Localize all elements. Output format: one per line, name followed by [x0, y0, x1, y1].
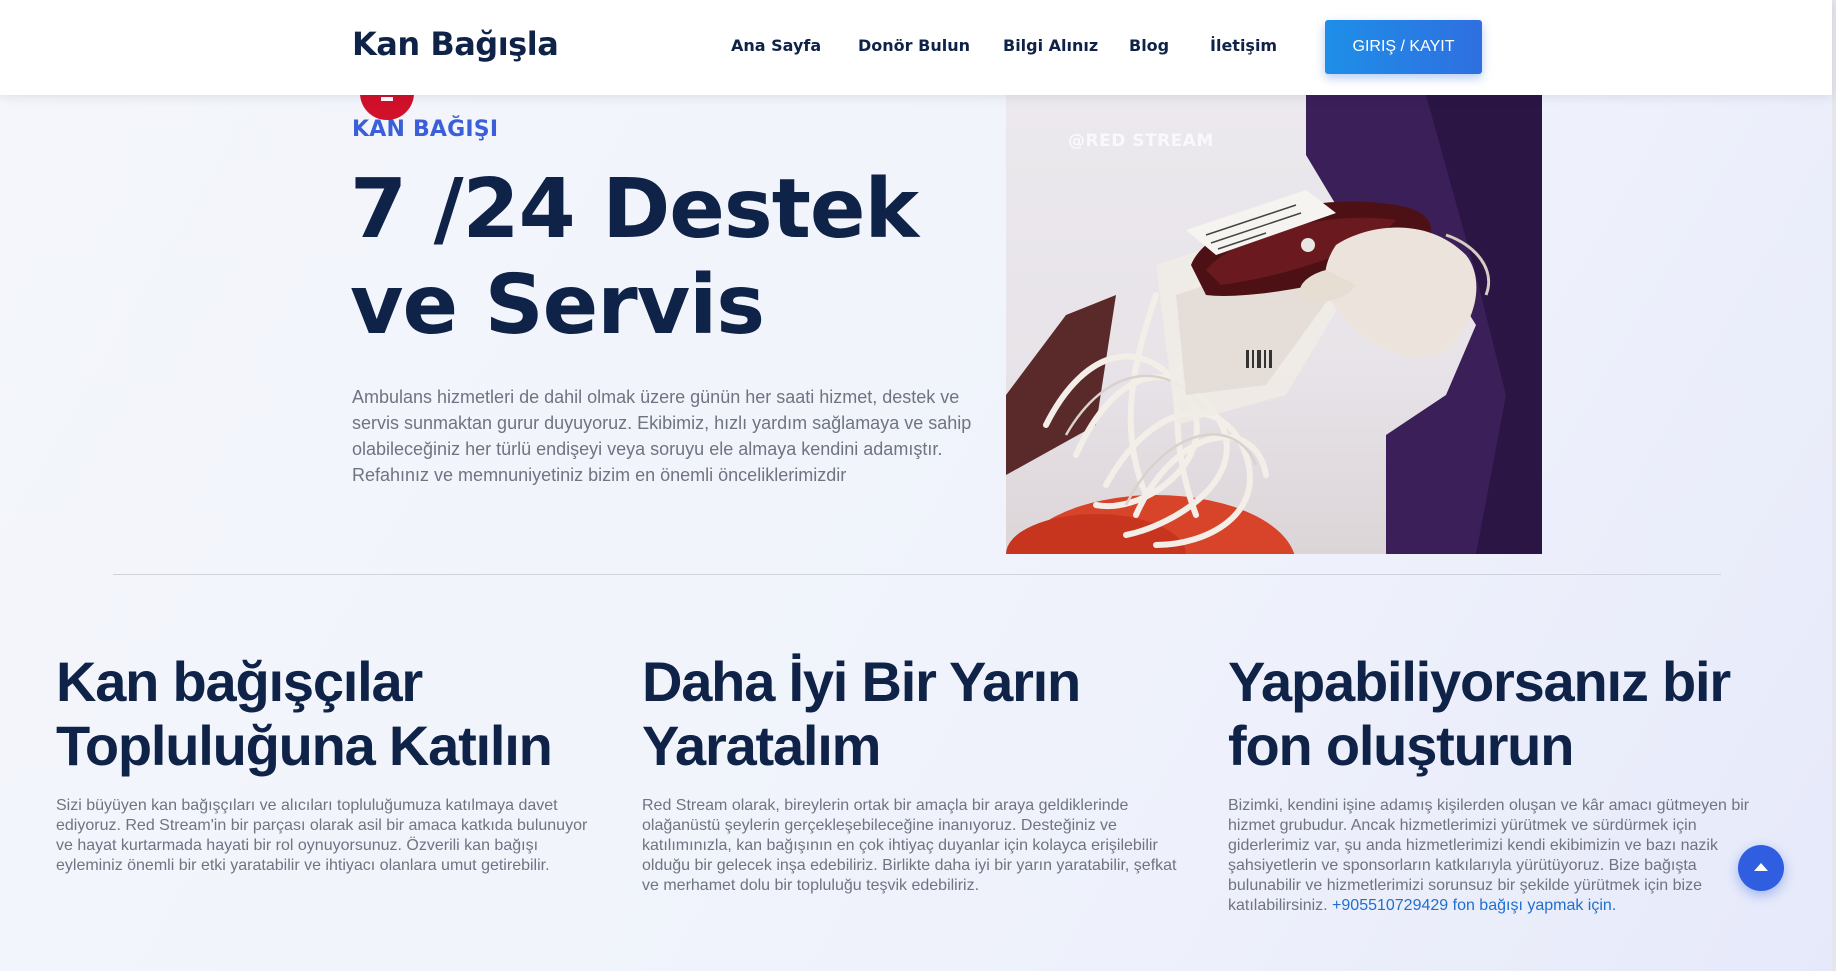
scroll-to-top-button[interactable] [1738, 845, 1784, 891]
feature-create-fund: Yapabiliyorsanız bir fon oluşturun Bizim… [1228, 650, 1788, 916]
feature-text: Bizimki, kendini işine adamış kişilerden… [1228, 796, 1768, 916]
hero-kicker: KAN BAĞIŞI [352, 117, 499, 142]
blood-bag-illustration [1006, 95, 1542, 554]
nav-donor-bulun[interactable]: Donör Bulun [858, 36, 970, 55]
nav-iletisim[interactable]: İletişim [1210, 36, 1277, 55]
feature-text: Red Stream olarak, bireylerin ortak bir … [642, 797, 1177, 894]
feature-join-community: Kan bağışçılar Topluluğuna Katılın Sizi … [56, 650, 616, 876]
donation-phone-link[interactable]: +905510729429 fon bağışı yapmak için. [1332, 897, 1616, 914]
feature-better-tomorrow: Daha İyi Bir Yarın Yaratalım Red Stream … [642, 650, 1202, 896]
nav-bilgi-aliniz[interactable]: Bilgi Alınız [1003, 36, 1098, 55]
site-header: Kan Bağışla Ana Sayfa Donör Bulun Bilgi … [0, 0, 1832, 95]
hero-description: Ambulans hizmetleri de dahil olmak üzere… [352, 387, 972, 485]
feature-title: Yapabiliyorsanız bir fon oluşturun [1228, 650, 1731, 777]
blood-bag-photo: @RED STREAM [1006, 95, 1542, 554]
site-logo[interactable]: Kan Bağışla [352, 25, 559, 63]
feature-text: Sizi büyüyen kan bağışçıları ve alıcılar… [56, 797, 588, 874]
hero-title: 7 /24 Destek ve Servis [350, 162, 919, 353]
page-scrollbar[interactable] [1832, 0, 1836, 971]
login-register-button[interactable]: GIRIŞ / KAYIT [1325, 20, 1482, 74]
section-divider [113, 574, 1721, 575]
nav-blog[interactable]: Blog [1129, 36, 1169, 55]
feature-title: Kan bağışçılar Topluluğuna Katılın [56, 650, 553, 777]
feature-title: Daha İyi Bir Yarın Yaratalım [642, 650, 1081, 777]
photo-watermark: @RED STREAM [1068, 131, 1214, 151]
nav-ana-sayfa[interactable]: Ana Sayfa [731, 36, 821, 55]
